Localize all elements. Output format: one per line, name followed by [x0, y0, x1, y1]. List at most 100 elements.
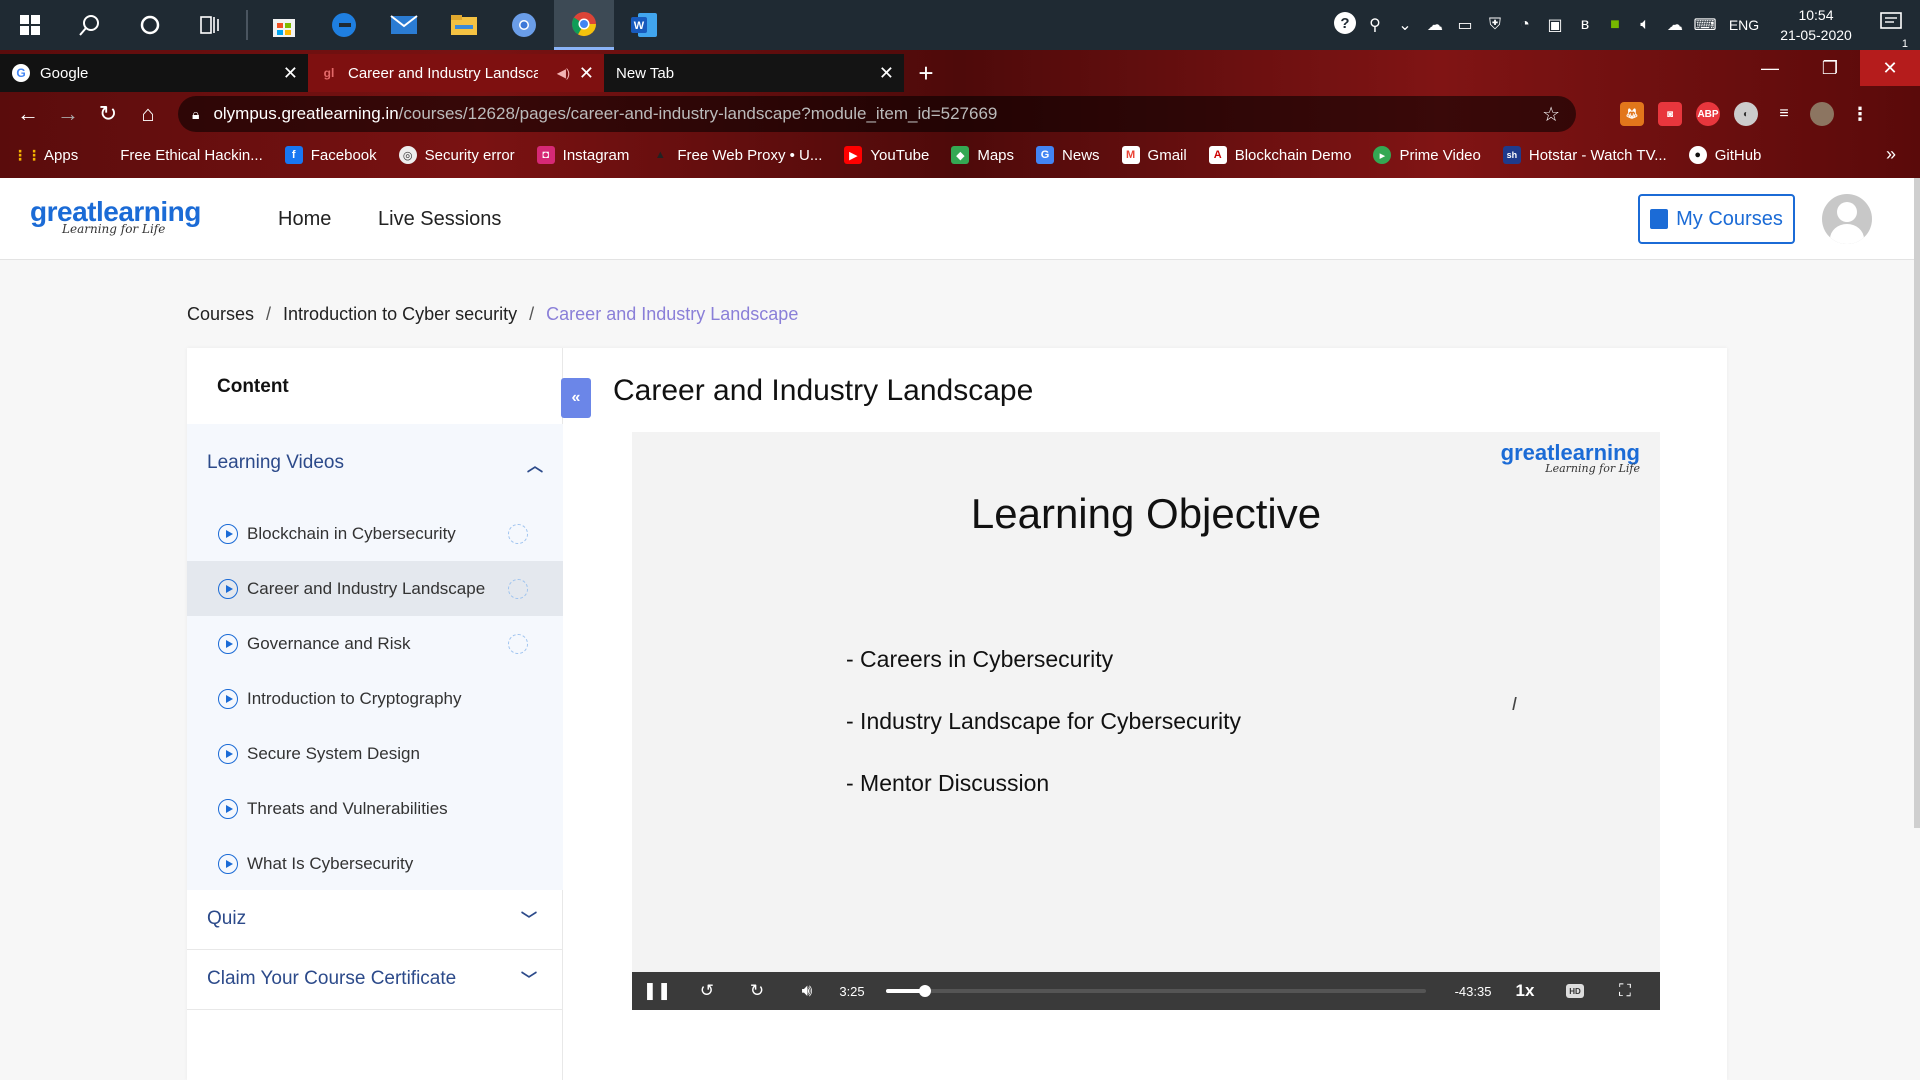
reload-icon[interactable]: ↻ [88, 101, 128, 127]
lesson-item[interactable]: Threats and Vulnerabilities [187, 781, 563, 836]
bookmark-blockchain-demo[interactable]: A Blockchain Demo [1208, 146, 1351, 164]
lesson-item[interactable]: Career and Industry Landscape [187, 561, 563, 616]
task-view-icon[interactable] [180, 0, 240, 50]
bookmark-news[interactable]: G News [1036, 146, 1100, 164]
progress-handle[interactable] [919, 985, 932, 997]
close-tab-icon[interactable]: ✕ [579, 63, 594, 84]
bookmark-facebook[interactable]: f Facebook [284, 146, 377, 164]
video-player[interactable]: greatlearning Learning for Life Learning… [632, 432, 1660, 1010]
collapsed-section[interactable]: Claim Your Course Certificate ﹀ [187, 950, 563, 1010]
chevron-down-icon[interactable]: ﹀ [521, 966, 537, 990]
cloud-upload-icon[interactable]: ☁ [1660, 15, 1690, 35]
lesson-item[interactable]: Governance and Risk [187, 616, 563, 671]
greatlearning-logo[interactable]: greatlearning Learning for Life [30, 196, 201, 236]
metamask-icon[interactable]: 🦊︎ [1620, 102, 1644, 126]
progress-track[interactable] [886, 985, 1426, 997]
lesson-item[interactable]: Secure System Design [187, 726, 563, 781]
collapse-sidebar-button[interactable]: « [561, 378, 591, 418]
bookmark-security-error[interactable]: ◎ Security error [398, 146, 515, 164]
new-tab-plus-icon[interactable]: + [904, 54, 948, 92]
bookmark-instagram[interactable]: ◘ Instagram [536, 146, 629, 164]
bluetooth-icon[interactable]: ʙ [1570, 16, 1600, 34]
forward-icon[interactable]: ↻ [732, 981, 782, 1001]
keyboard-icon[interactable]: ⌨ [1690, 15, 1720, 35]
pocket-icon[interactable]: ◙ [1658, 102, 1682, 126]
pause-icon[interactable]: ❚❚ [632, 981, 682, 1001]
more-bookmarks-icon[interactable]: » [1886, 144, 1896, 165]
cortana-icon[interactable] [120, 0, 180, 50]
extension-compass-icon[interactable]: ◐ [1734, 102, 1758, 126]
close-tab-icon[interactable]: ✕ [283, 63, 298, 84]
bookmark-free-ethical-hacking[interactable]: Free Ethical Hackin... [120, 147, 263, 164]
lesson-item[interactable]: Introduction to Cryptography [187, 671, 563, 726]
page-scrollbar[interactable] [1914, 178, 1920, 828]
search-icon[interactable] [60, 0, 120, 50]
security-shield-icon[interactable]: ⛨ [1480, 16, 1510, 34]
mail-icon[interactable] [374, 0, 434, 50]
section-header[interactable]: Learning Videos ︿ [207, 452, 543, 476]
back-arrow-icon[interactable]: ← [8, 101, 48, 127]
nav-live-sessions[interactable]: Live Sessions [378, 208, 501, 231]
onedrive-icon[interactable]: ☁ [1420, 15, 1450, 35]
bookmark-maps[interactable]: ◆ Maps [951, 146, 1014, 164]
adblock-plus-icon[interactable]: ABP [1696, 102, 1720, 126]
chrome-icon[interactable] [554, 0, 614, 50]
language-indicator[interactable]: ENG [1720, 17, 1768, 33]
nvidia-icon[interactable]: ▣ [1540, 15, 1570, 35]
chevron-up-icon[interactable]: ︿ [527, 452, 543, 476]
breadcrumb-course[interactable]: Introduction to Cyber security [283, 304, 517, 325]
tab-new-tab[interactable]: New Tab ✕ [604, 54, 904, 92]
file-explorer-icon[interactable] [434, 0, 494, 50]
menu-kebab-icon[interactable]: ⋮ [1848, 102, 1872, 126]
wifi-icon[interactable]: ◔ [1510, 16, 1540, 34]
bookmark-free-web-proxy[interactable]: ▲ Free Web Proxy • U... [651, 146, 822, 164]
system-clock[interactable]: 10:54 21-05-2020 [1768, 5, 1864, 45]
tab-google[interactable]: G Google ✕ [0, 54, 308, 92]
bookmark-hotstar[interactable]: sh Hotstar - Watch TV... [1502, 146, 1667, 164]
minimize-icon[interactable]: — [1740, 50, 1800, 86]
bookmark-gmail[interactable]: M Gmail [1121, 146, 1187, 164]
lock-icon[interactable]: 🔒︎ [192, 106, 199, 123]
notification-center-icon[interactable]: 1 [1864, 11, 1920, 50]
lesson-item[interactable]: What Is Cybersecurity [187, 836, 563, 891]
profile-avatar-icon[interactable] [1810, 102, 1834, 126]
quality-icon[interactable]: HD [1566, 984, 1584, 998]
bookmark-youtube[interactable]: ▶ YouTube [844, 146, 929, 164]
url-path: /courses/12628/pages/career-and-industry… [398, 104, 998, 123]
nav-home[interactable]: Home [278, 208, 331, 231]
breadcrumb-courses[interactable]: Courses [187, 304, 254, 325]
chevron-down-icon[interactable]: ﹀ [521, 906, 537, 930]
microsoft-store-icon[interactable] [254, 0, 314, 50]
close-window-icon[interactable]: ✕ [1860, 50, 1920, 86]
chromium-icon[interactable] [494, 0, 554, 50]
media-queue-icon[interactable]: ≡ [1772, 102, 1796, 126]
close-tab-icon[interactable]: ✕ [879, 63, 894, 84]
address-bar[interactable]: 🔒︎ olympus.greatlearning.in/courses/1262… [178, 96, 1576, 132]
tab-audio-icon[interactable]: ◀) [557, 66, 570, 80]
people-icon[interactable]: ⚲ [1360, 15, 1390, 35]
volume-icon[interactable]: 🔈︎ [1630, 16, 1660, 34]
collapsed-section[interactable]: Quiz ﹀ [187, 890, 563, 950]
my-courses-button[interactable]: My Courses [1638, 194, 1795, 244]
chevron-up-icon[interactable]: ⌄ [1390, 15, 1420, 35]
bookmark-prime-video[interactable]: ▸ Prime Video [1373, 146, 1481, 164]
word-icon[interactable]: W [614, 0, 674, 50]
volume-icon[interactable]: 🔊︎ [782, 981, 832, 1001]
home-icon[interactable]: ⌂ [128, 101, 168, 127]
bookmark-github[interactable]: ● GitHub [1688, 146, 1761, 164]
rewind-icon[interactable]: ↺ [682, 981, 732, 1001]
restore-icon[interactable]: ❐ [1800, 50, 1860, 86]
battery-icon[interactable]: ▭ [1450, 15, 1480, 35]
nvidia-green-icon[interactable]: ■ [1600, 16, 1630, 34]
user-avatar[interactable] [1822, 194, 1872, 244]
windows-start-icon[interactable] [0, 0, 60, 50]
bookmark-star-icon[interactable]: ☆ [1542, 102, 1560, 127]
tab-career-landscape[interactable]: gl Career and Industry Landsca ◀) ✕ [308, 54, 604, 92]
help-icon[interactable]: ? [1330, 10, 1360, 41]
fullscreen-icon[interactable]: ⛶ [1600, 981, 1650, 1001]
playback-speed[interactable]: 1x [1500, 981, 1550, 1001]
edge-icon[interactable] [314, 0, 374, 50]
forward-arrow-icon[interactable]: → [48, 101, 88, 127]
lesson-item[interactable]: Blockchain in Cybersecurity [187, 506, 563, 561]
bookmark-apps[interactable]: ⋮⋮ Apps [13, 146, 78, 164]
